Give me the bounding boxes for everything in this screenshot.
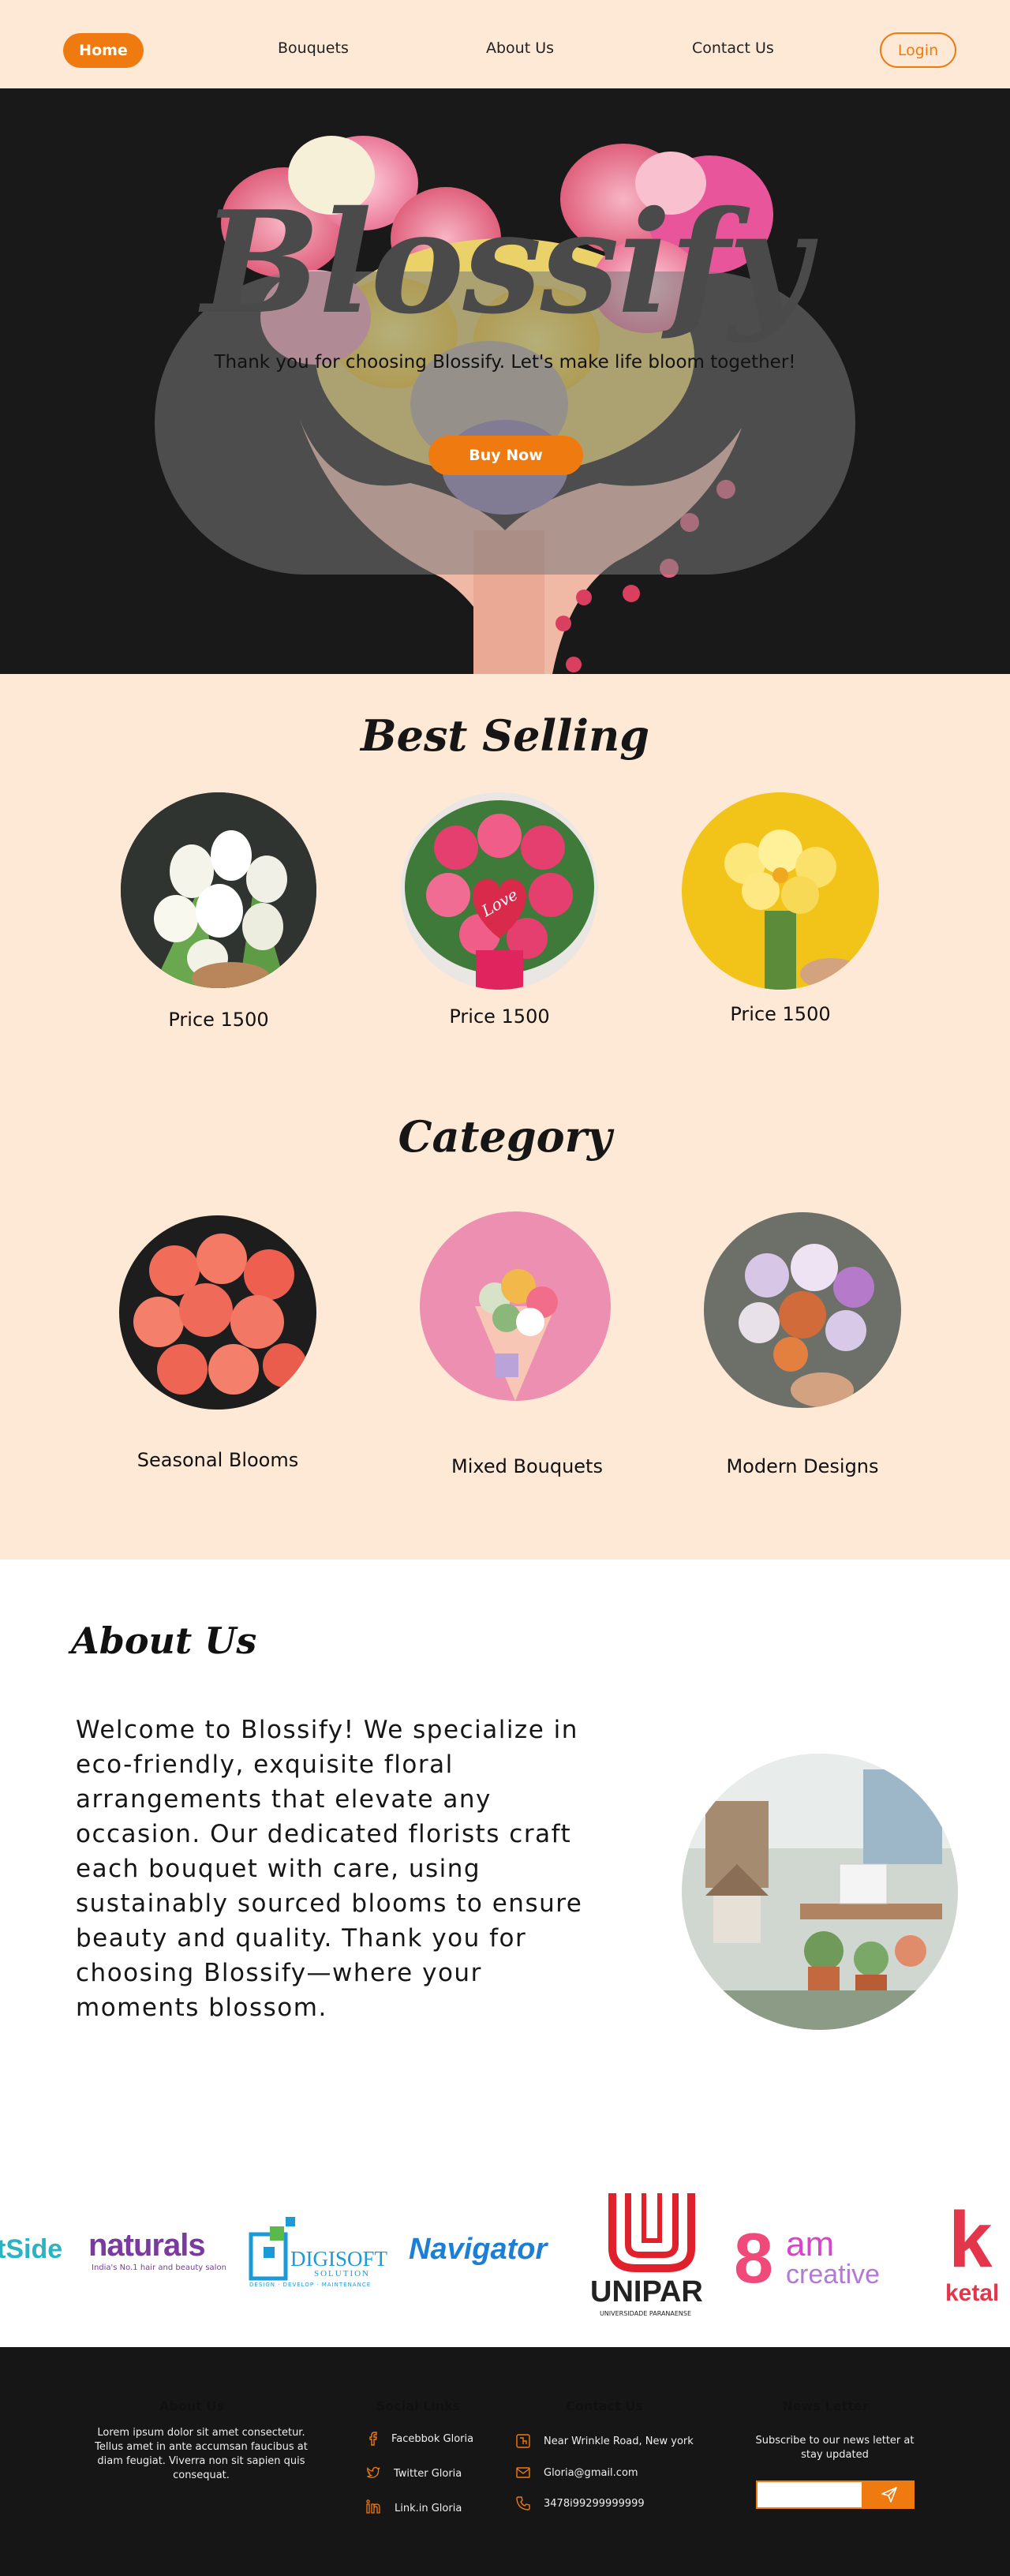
logo-8am-am: am bbox=[786, 2225, 835, 2263]
footer-social-facebook[interactable]: Facebbok Gloria bbox=[391, 2432, 473, 2447]
nav-link-bouquets[interactable]: Bouquets bbox=[278, 39, 349, 57]
about-text: Welcome to Blossify! We specialize in ec… bbox=[76, 1716, 583, 2022]
login-button[interactable]: Login bbox=[880, 32, 956, 68]
logo-naturals-tagline: India's No.1 hair and beauty salon bbox=[92, 2263, 226, 2272]
footer-newsletter-heading: News Letter bbox=[782, 2398, 869, 2413]
category-label-seasonal-blooms[interactable]: Seasonal Blooms bbox=[92, 1449, 344, 1471]
email-icon bbox=[516, 2467, 530, 2478]
category-image-seasonal-blooms[interactable] bbox=[119, 1215, 316, 1410]
logo-ketal-k: k bbox=[948, 2196, 993, 2284]
footer-contact-address: Near Wrinkle Road, New york bbox=[544, 2436, 694, 2447]
send-icon bbox=[881, 2487, 897, 2503]
category-label-mixed-bouquets[interactable]: Mixed Bouquets bbox=[401, 1455, 653, 1477]
logo-digisoft: DIGISOFT SOLUTION DESIGN · DEVELOP · MAI… bbox=[246, 2215, 402, 2294]
logo-naturals: naturals India's No.1 hair and beauty sa… bbox=[88, 2228, 226, 2272]
best-selling-title: Best Selling bbox=[360, 710, 650, 761]
about-title: About Us bbox=[71, 1619, 257, 1662]
footer-contact-email[interactable]: Gloria@gmail.com bbox=[544, 2466, 638, 2481]
footer-newsletter-text: Subscribe to our news letter at stay upd… bbox=[755, 2435, 915, 2461]
product-image-white-tulips[interactable] bbox=[121, 792, 316, 988]
footer-social-twitter[interactable]: Twitter Gloria bbox=[394, 2467, 462, 2481]
nav-home-button[interactable]: Home bbox=[63, 33, 144, 68]
logo-unipar-mark bbox=[608, 2193, 695, 2272]
linkedin-icon[interactable] bbox=[365, 2499, 381, 2514]
nav-link-contact-us[interactable]: Contact Us bbox=[692, 39, 774, 57]
hero-title: Blossify bbox=[201, 180, 810, 345]
newsletter-email-input[interactable] bbox=[756, 2481, 863, 2509]
logo-8am-creative-text: creative bbox=[786, 2260, 881, 2290]
category-image-mixed-bouquets[interactable] bbox=[420, 1211, 611, 1401]
footer-social-heading: Social Links bbox=[376, 2398, 461, 2413]
logo-unipar: UNIPAR UNIVERSIDADE PARANAENSE bbox=[590, 2193, 703, 2327]
product-image-yellow-daffodils[interactable] bbox=[682, 792, 879, 990]
logo-tside: tSide bbox=[0, 2234, 63, 2264]
top-nav: Home Bouquets About Us Contact Us Login bbox=[0, 0, 1010, 88]
logo-ketal-text: ketal bbox=[945, 2280, 1000, 2306]
footer-social-linkedin[interactable]: Link.in Gloria bbox=[395, 2502, 462, 2516]
footer-contact-phone[interactable]: 3478i99299999999 bbox=[544, 2497, 645, 2511]
facebook-icon[interactable] bbox=[365, 2430, 381, 2446]
location-icon bbox=[516, 2434, 530, 2448]
partner-logos-strip: tSide naturals India's No.1 hair and bea… bbox=[0, 2179, 1010, 2347]
buy-now-button[interactable]: Buy Now bbox=[428, 436, 583, 475]
footer-contact-heading: Contact Us bbox=[566, 2398, 643, 2413]
logo-8am-number: 8 bbox=[734, 2219, 774, 2298]
category-image-modern-designs[interactable] bbox=[704, 1212, 901, 1408]
product-image-love-roses[interactable]: Love bbox=[401, 792, 598, 990]
logo-navigator: Navigator bbox=[409, 2233, 548, 2266]
product-price-3: Price 1500 bbox=[730, 1003, 831, 1025]
footer-about-heading: About Us bbox=[159, 2398, 224, 2413]
product-price-2: Price 1500 bbox=[449, 1005, 550, 1028]
hero-subtitle: Thank you for choosing Blossify. Let's m… bbox=[214, 352, 796, 373]
logo-naturals-text: naturals bbox=[88, 2228, 206, 2263]
category-title: Category bbox=[398, 1111, 612, 1162]
category-label-modern-designs[interactable]: Modern Designs bbox=[676, 1455, 929, 1477]
logo-unipar-text: UNIPAR bbox=[590, 2275, 703, 2308]
newsletter-submit-button[interactable] bbox=[863, 2481, 915, 2509]
twitter-icon[interactable] bbox=[365, 2464, 381, 2480]
hero-section bbox=[0, 88, 1010, 674]
footer-about-text: Lorem ipsum dolor sit amet consectetur. … bbox=[95, 2427, 308, 2481]
logo-8am-creative: 8 am creative bbox=[734, 2218, 900, 2305]
logo-digisoft-text: DIGISOFT bbox=[290, 2247, 388, 2271]
about-image-flower-shop bbox=[682, 1754, 958, 2030]
nav-link-about-us[interactable]: About Us bbox=[486, 39, 554, 57]
phone-icon bbox=[516, 2496, 530, 2510]
logo-ketal: k ketal bbox=[945, 2196, 1010, 2315]
product-price-1: Price 1500 bbox=[168, 1009, 269, 1031]
logo-digisoft-sub: SOLUTION bbox=[314, 2269, 370, 2278]
logo-digisoft-tagline: DESIGN · DEVELOP · MAINTENANCE bbox=[249, 2282, 372, 2288]
logo-unipar-tagline: UNIVERSIDADE PARANAENSE bbox=[599, 2310, 692, 2317]
